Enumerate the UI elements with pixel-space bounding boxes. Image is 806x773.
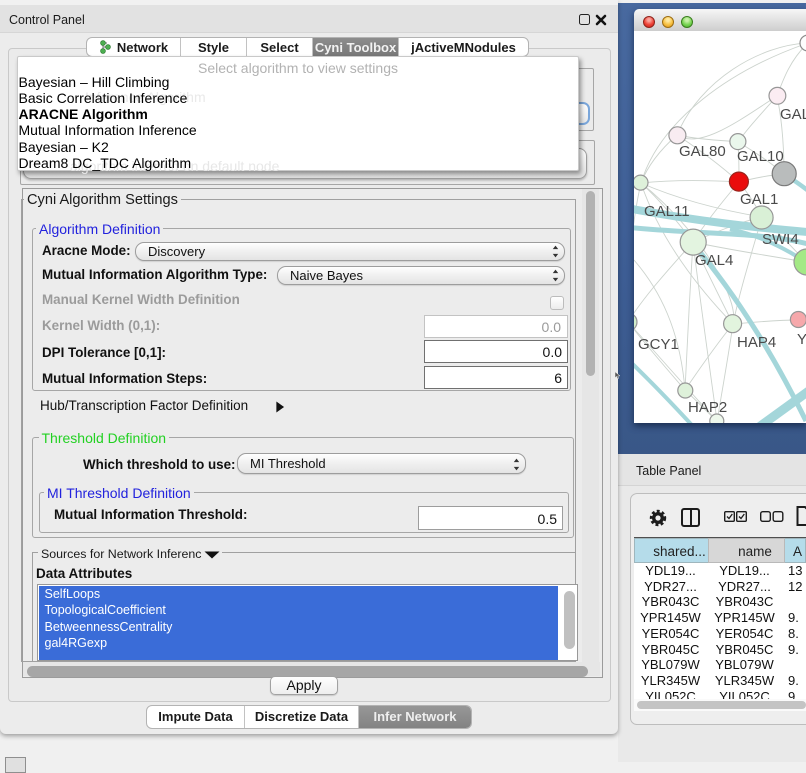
svg-text:Y: Y (797, 331, 806, 348)
svg-text:GAL80: GAL80 (679, 143, 726, 160)
svg-text:GAL4: GAL4 (695, 252, 733, 269)
svg-text:SWI4: SWI4 (762, 231, 799, 248)
svg-text:GAL1: GAL1 (740, 191, 778, 208)
svg-text:HAP2: HAP2 (688, 399, 727, 416)
svg-text:GAL11: GAL11 (644, 203, 690, 220)
svg-text:HAP4: HAP4 (737, 334, 776, 351)
svg-text:GAL10: GAL10 (737, 148, 784, 165)
svg-text:GAL7: GAL7 (780, 106, 806, 123)
svg-text:GCY1: GCY1 (638, 336, 679, 353)
